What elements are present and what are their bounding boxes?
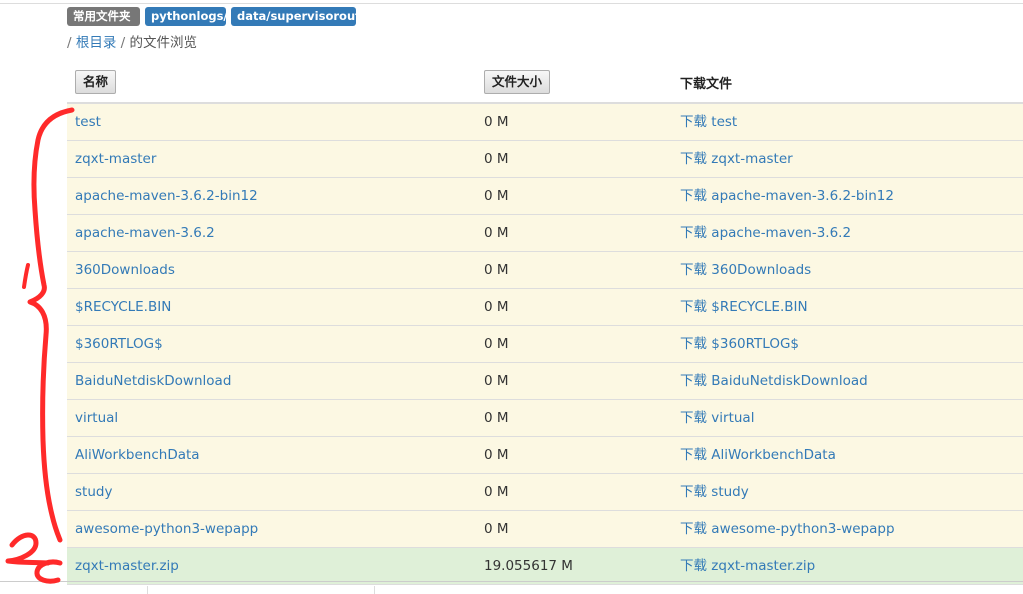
file-size: 0 M	[484, 336, 509, 352]
download-link[interactable]: 下载 study	[680, 474, 749, 510]
download-link[interactable]: 下载 $RECYCLE.BIN	[680, 289, 808, 325]
breadcrumb: / 根目录 / 的文件浏览	[67, 34, 197, 52]
badge-pythonlogs[interactable]: pythonlogs/	[145, 7, 228, 26]
table-row: $360RTLOG$ 0 M 下载 $360RTLOG$	[67, 326, 1023, 363]
file-size: 0 M	[484, 262, 509, 278]
file-size: 19.055617 M	[484, 558, 573, 574]
file-name-link[interactable]: zqxt-master	[75, 141, 156, 177]
file-name-link[interactable]: study	[75, 474, 112, 510]
file-name-link[interactable]: $RECYCLE.BIN	[75, 289, 171, 325]
red-number-2-stroke	[5, 532, 51, 566]
download-column-header: 下载文件	[680, 77, 733, 92]
file-name-link[interactable]: zqxt-master.zip	[75, 548, 179, 584]
table-row: AliWorkbenchData 0 M 下载 AliWorkbenchData	[67, 437, 1023, 474]
file-size: 0 M	[484, 299, 509, 315]
file-size: 0 M	[484, 521, 509, 537]
file-name-link[interactable]: test	[75, 104, 101, 140]
file-name-link[interactable]: 360Downloads	[75, 252, 175, 288]
top-divider	[0, 3, 1023, 4]
file-size: 0 M	[484, 188, 509, 204]
file-size: 0 M	[484, 447, 509, 463]
bottom-divider	[0, 581, 1023, 582]
table-row: BaiduNetdiskDownload 0 M 下载 BaiduNetdiskDo…	[67, 363, 1023, 400]
table-row: awesome-python3-wepapp 0 M 下载 awesome-pyth…	[67, 511, 1023, 548]
download-link[interactable]: 下载 AliWorkbenchData	[680, 437, 836, 473]
file-name-link[interactable]: apache-maven-3.6.2-bin12	[75, 178, 258, 214]
download-link[interactable]: 下载 virtual	[680, 400, 754, 436]
download-link[interactable]: 下载 $360RTLOG$	[680, 326, 799, 362]
table-row: 360Downloads 0 M 下载 360Downloads	[67, 252, 1023, 289]
file-table: test 0 M 下载 test zqxt-master 0 M 下载 zqxt-mast…	[67, 104, 1023, 585]
file-size: 0 M	[484, 484, 509, 500]
badge-common-folders[interactable]: 常用文件夹	[67, 7, 140, 26]
download-link[interactable]: 下载 awesome-python3-wepapp	[680, 511, 895, 547]
file-name-link[interactable]: awesome-python3-wepapp	[75, 511, 258, 547]
download-link[interactable]: 下载 zqxt-master.zip	[680, 548, 815, 584]
table-row: study 0 M 下载 study	[67, 474, 1023, 511]
file-size: 0 M	[484, 114, 509, 130]
table-row: virtual 0 M 下载 virtual	[67, 400, 1023, 437]
red-brace-stroke	[27, 107, 75, 543]
red-tick-stroke	[22, 263, 30, 289]
file-size: 0 M	[484, 373, 509, 389]
file-name-link[interactable]: $360RTLOG$	[75, 326, 163, 362]
breadcrumb-separator: /	[120, 35, 126, 51]
sort-by-size-button[interactable]: 文件大小	[484, 70, 551, 94]
download-link[interactable]: 下载 zqxt-master	[680, 141, 793, 177]
download-link[interactable]: 下载 360Downloads	[680, 252, 811, 288]
file-name-link[interactable]: AliWorkbenchData	[75, 437, 200, 473]
table-row: test 0 M 下载 test	[67, 104, 1023, 141]
download-link[interactable]: 下载 BaiduNetdiskDownload	[680, 363, 868, 399]
table-row: apache-maven-3.6.2 0 M 下载 apache-maven-3.6…	[67, 215, 1023, 252]
bottom-divider-tick	[374, 586, 375, 594]
download-link[interactable]: 下载 apache-maven-3.6.2-bin12	[680, 178, 894, 214]
download-link[interactable]: 下载 apache-maven-3.6.2	[680, 215, 851, 251]
sort-by-name-button[interactable]: 名称	[75, 70, 117, 94]
file-size: 0 M	[484, 151, 509, 167]
download-link[interactable]: 下载 test	[680, 104, 737, 140]
file-size: 0 M	[484, 410, 509, 426]
table-row: zqxt-master.zip 19.055617 M 下载 zqxt-master…	[67, 548, 1023, 585]
file-size: 0 M	[484, 225, 509, 241]
red-marker-c-stroke	[34, 559, 63, 584]
table-row: $RECYCLE.BIN 0 M 下载 $RECYCLE.BIN	[67, 289, 1023, 326]
badge-supervisorout[interactable]: data/supervisorout/	[231, 7, 365, 26]
file-name-link[interactable]: BaiduNetdiskDownload	[75, 363, 231, 399]
bottom-divider-tick	[147, 586, 148, 594]
table-row: apache-maven-3.6.2-bin12 0 M 下载 apache-mav…	[67, 178, 1023, 215]
file-name-link[interactable]: apache-maven-3.6.2	[75, 215, 215, 251]
breadcrumb-root-link[interactable]: 根目录	[76, 35, 117, 51]
table-row: zqxt-master 0 M 下载 zqxt-master	[67, 141, 1023, 178]
breadcrumb-separator: /	[67, 35, 72, 51]
file-name-link[interactable]: virtual	[75, 400, 118, 436]
breadcrumb-current: 的文件浏览	[129, 35, 198, 51]
